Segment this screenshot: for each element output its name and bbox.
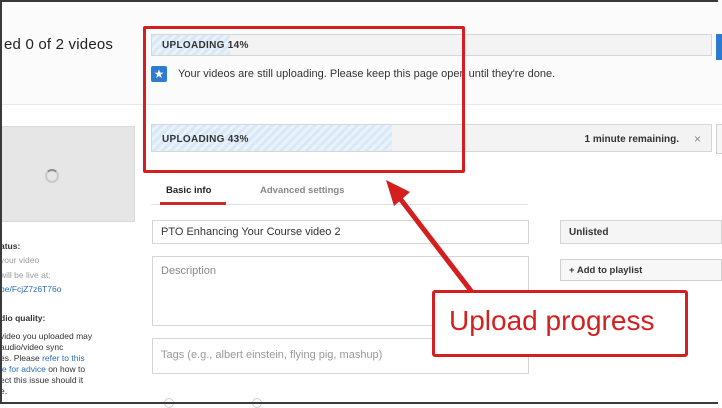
screenshot-frame — [0, 0, 718, 404]
